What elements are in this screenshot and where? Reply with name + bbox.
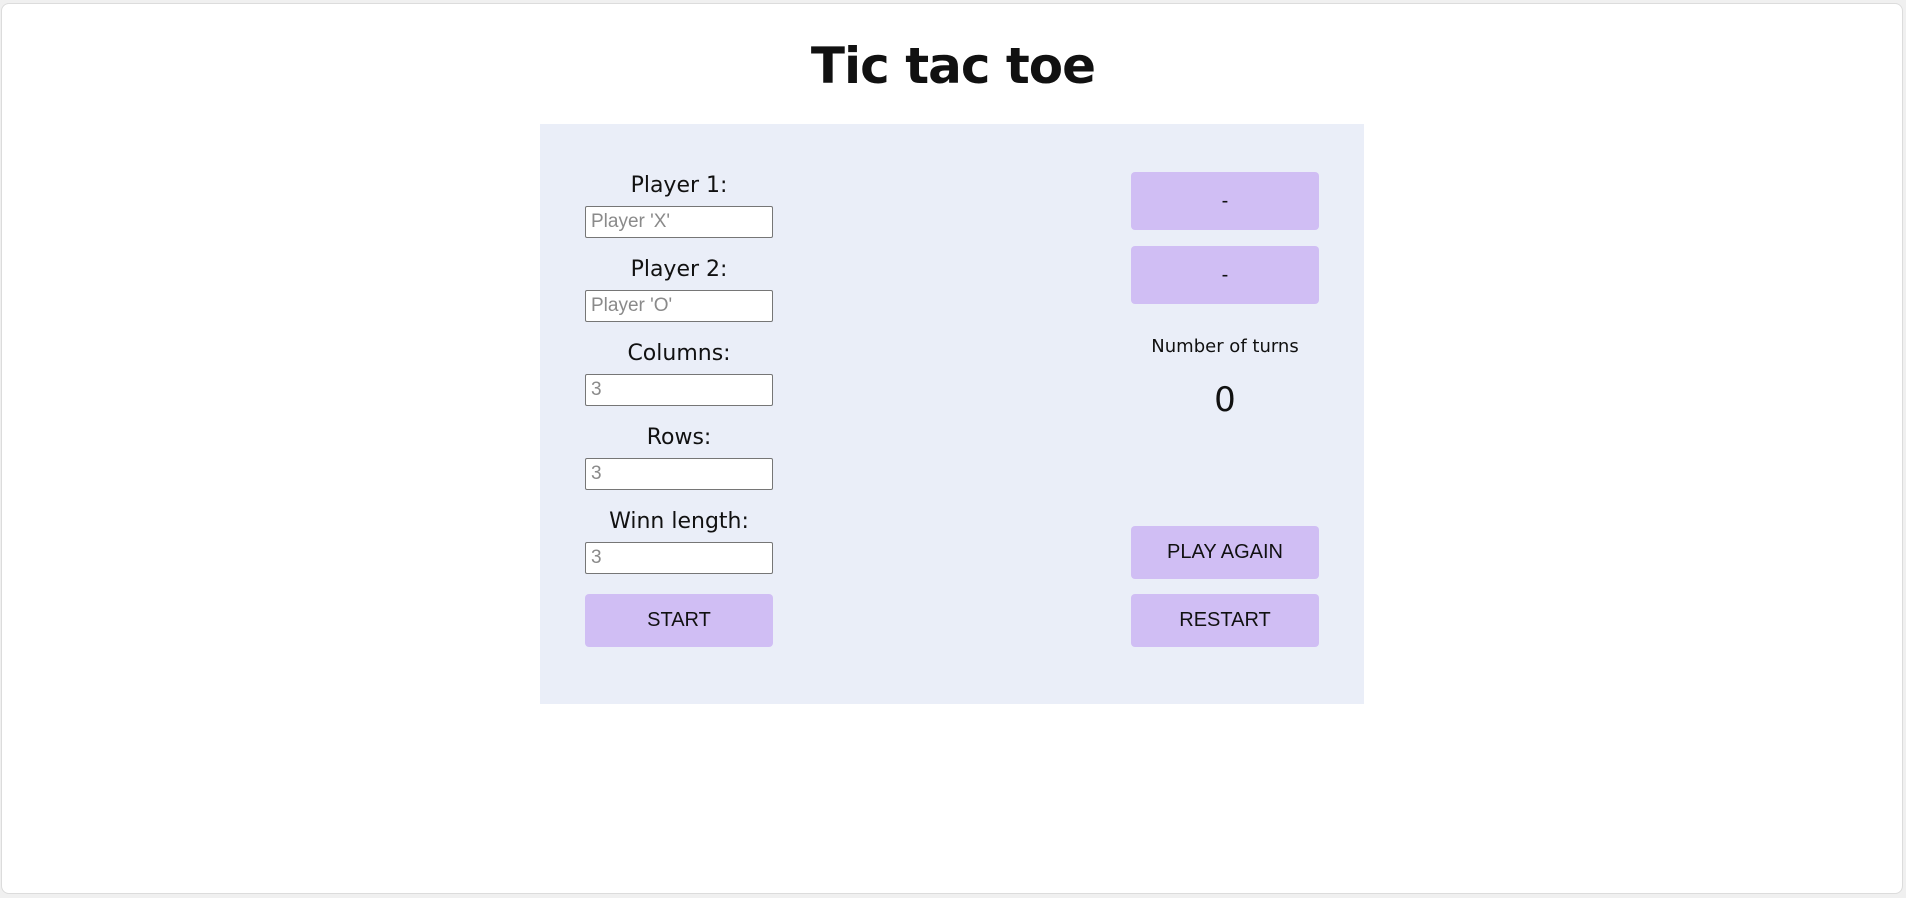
rows-input[interactable] [585, 458, 773, 490]
turns-counter: 0 [1214, 380, 1236, 420]
player1-slot-button[interactable]: - [1131, 172, 1319, 230]
setup-form: Player 1: Player 2: Columns: Rows: Winn … [585, 166, 773, 586]
page: Tic tac toe Player 1: Player 2: Columns:… [1, 3, 1903, 894]
rows-label: Rows: [646, 425, 712, 450]
player2-input[interactable] [585, 290, 773, 322]
player1-label: Player 1: [630, 173, 728, 198]
player2-slot-button[interactable]: - [1131, 246, 1319, 304]
play-again-button[interactable]: PLAY AGAIN [1131, 526, 1319, 579]
restart-button[interactable]: RESTART [1131, 594, 1319, 647]
player2-label: Player 2: [630, 257, 728, 282]
player1-input[interactable] [585, 206, 773, 238]
win-length-input[interactable] [585, 542, 773, 574]
game-panel: Player 1: Player 2: Columns: Rows: Winn … [540, 124, 1364, 704]
columns-label: Columns: [627, 341, 731, 366]
columns-input[interactable] [585, 374, 773, 406]
turns-label: Number of turns [1151, 336, 1299, 357]
start-button[interactable]: START [585, 594, 773, 647]
win-length-label: Winn length: [609, 509, 749, 534]
page-title: Tic tac toe [810, 37, 1096, 95]
